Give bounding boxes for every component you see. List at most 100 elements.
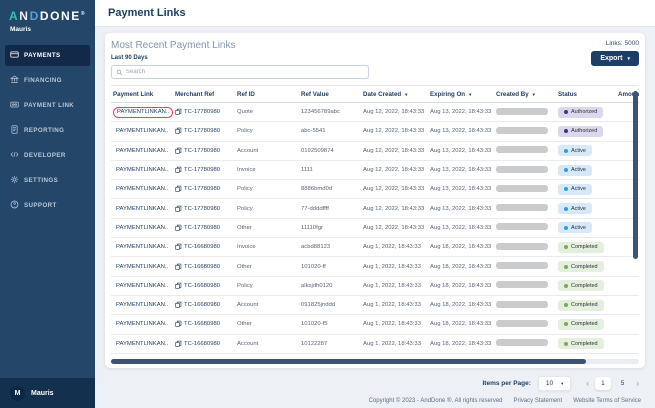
payment-links-table: Payment Link Merchant Ref Ref ID Ref Val… bbox=[111, 85, 639, 358]
status-dot-icon bbox=[564, 341, 568, 346]
copy-icon[interactable] bbox=[175, 147, 182, 155]
sidebar-item-support[interactable]: SUPPORT bbox=[5, 195, 90, 216]
payment-link-value[interactable]: PAYMENTLINKAN.. bbox=[113, 281, 171, 290]
merchant-ref-value: TC-17780980 bbox=[184, 224, 221, 231]
vertical-scrollbar[interactable] bbox=[633, 91, 638, 259]
copy-icon[interactable] bbox=[175, 127, 182, 135]
gear-icon bbox=[10, 175, 19, 186]
payment-link-value[interactable]: PAYMENTLINKAN.. bbox=[113, 106, 174, 118]
table-row[interactable]: PAYMENTLINKAN.. TC-17780980 Policy abc-5… bbox=[111, 122, 639, 142]
table-row[interactable]: PAYMENTLINKAN.. TC-17780980 Invoice 1111… bbox=[111, 161, 639, 181]
status-label: Active bbox=[571, 147, 586, 154]
ref-id-value: Policy bbox=[237, 128, 253, 135]
chevron-right-icon[interactable]: › bbox=[634, 379, 641, 388]
table-row[interactable]: PAYMENTLINKAN.. TC-16680980 Other 101020… bbox=[111, 257, 639, 277]
merchant-ref-value: TC-17780980 bbox=[184, 186, 221, 193]
status-dot-icon bbox=[564, 129, 568, 134]
table-row[interactable]: PAYMENTLINKAN.. TC-16680980 Account 0918… bbox=[111, 296, 639, 316]
expiring-on-value: Aug 13, 2022, 18:43:33 bbox=[430, 205, 492, 212]
column-header-created-by[interactable]: Created By ▾ bbox=[496, 91, 558, 98]
status-label: Authorized bbox=[571, 128, 598, 135]
chevron-left-icon[interactable]: ‹ bbox=[584, 379, 591, 388]
copy-icon[interactable] bbox=[175, 263, 182, 271]
sidebar-item-settings[interactable]: SETTINGS bbox=[5, 170, 90, 191]
copy-icon[interactable] bbox=[175, 166, 182, 174]
column-header-date-created[interactable]: Date Created ▾ bbox=[363, 91, 430, 98]
date-created-value: Aug 12, 2022, 18:43:33 bbox=[363, 186, 425, 193]
table-row[interactable]: PAYMENTLINKAN.. TC-17780980 Policy 77-dd… bbox=[111, 199, 639, 219]
status-label: Completed bbox=[571, 244, 598, 251]
ref-value-value: alksjdh0120 bbox=[301, 282, 333, 289]
sidebar-item-payments[interactable]: PAYMENTS bbox=[5, 45, 90, 66]
export-button[interactable]: Export ▾ bbox=[591, 51, 639, 66]
top-bar: Payment Links bbox=[95, 0, 655, 27]
sidebar-item-reporting[interactable]: REPORTING bbox=[5, 120, 90, 141]
table-row[interactable]: PAYMENTLINKAN.. TC-17780980 Other 11110f… bbox=[111, 219, 639, 239]
copy-icon[interactable] bbox=[175, 282, 182, 290]
sort-caret-icon[interactable]: ▾ bbox=[533, 92, 535, 98]
table-header-row: Payment Link Merchant Ref Ref ID Ref Val… bbox=[111, 85, 639, 103]
sidebar-item-label: DEVELOPER bbox=[24, 152, 66, 159]
copy-icon[interactable] bbox=[175, 185, 182, 193]
table-row[interactable]: PAYMENTLINKAN.. TC-17780980 Policy 8886b… bbox=[111, 180, 639, 200]
table-row[interactable]: PAYMENTLINKAN.. TC-17780980 Account 0192… bbox=[111, 142, 639, 161]
horizontal-scrollbar[interactable] bbox=[111, 359, 587, 364]
copyright-text: Copyright © 2023 - AndDone ®. All rights… bbox=[368, 398, 503, 404]
status-label: Active bbox=[571, 167, 586, 174]
copy-icon[interactable] bbox=[175, 320, 182, 328]
sidebar-item-payment-link[interactable]: PAYMENT LINK bbox=[5, 95, 90, 116]
payment-link-value[interactable]: PAYMENTLINKAN.. bbox=[113, 127, 171, 136]
status-dot-icon bbox=[564, 264, 568, 269]
sidebar-item-label: FINANCING bbox=[24, 77, 62, 84]
status-badge: Active bbox=[558, 164, 592, 176]
payment-link-icon bbox=[10, 100, 19, 111]
copy-icon[interactable] bbox=[175, 224, 182, 232]
table-row[interactable]: PAYMENTLINKAN.. TC-17780980 Quote 123456… bbox=[111, 103, 639, 123]
search-box[interactable] bbox=[111, 65, 369, 79]
sort-caret-icon[interactable]: ▾ bbox=[469, 92, 471, 98]
payment-link-value[interactable]: PAYMENTLINKAN.. bbox=[113, 166, 171, 175]
ref-value-value: 091825jnddd bbox=[301, 302, 336, 309]
sidebar-item-developer[interactable]: DEVELOPER bbox=[5, 145, 90, 166]
table-row[interactable]: PAYMENTLINKAN.. TC-16680980 Invoice acbd… bbox=[111, 238, 639, 258]
payment-link-value[interactable]: PAYMENTLINKAN.. bbox=[113, 301, 171, 310]
table-row[interactable]: PAYMENTLINKAN.. TC-16680980 Other 101020… bbox=[111, 315, 639, 335]
sidebar-user-bar[interactable]: M Mauris bbox=[0, 378, 95, 408]
status-badge: Authorized bbox=[558, 106, 604, 118]
items-per-page-select[interactable]: 10 ▾ bbox=[537, 376, 572, 391]
copy-icon[interactable] bbox=[175, 205, 182, 213]
status-dot-icon bbox=[564, 245, 568, 250]
payment-link-value[interactable]: PAYMENTLINKAN.. bbox=[113, 243, 171, 252]
ref-value-value: 101020-ff bbox=[301, 263, 326, 270]
table-row[interactable]: PAYMENTLINKAN.. TC-16680980 Policy alksj… bbox=[111, 277, 639, 296]
copy-icon[interactable] bbox=[175, 243, 182, 251]
card-subtitle: Last 90 Days bbox=[111, 55, 148, 61]
created-by-redacted bbox=[496, 300, 548, 308]
privacy-statement-link[interactable]: Privacy Statement bbox=[514, 398, 563, 404]
search-input[interactable] bbox=[126, 69, 364, 75]
copy-icon[interactable] bbox=[175, 301, 182, 309]
page-button-5[interactable]: 5 bbox=[615, 377, 631, 390]
payment-link-value[interactable]: PAYMENTLINKAN.. bbox=[113, 320, 171, 329]
payment-link-value[interactable]: PAYMENTLINKAN.. bbox=[113, 204, 171, 213]
terms-of-service-link[interactable]: Website Terms of Service bbox=[573, 398, 641, 404]
sidebar-item-financing[interactable]: FINANCING bbox=[5, 70, 90, 91]
status-dot-icon bbox=[564, 225, 568, 230]
payment-link-value[interactable]: PAYMENTLINKAN.. bbox=[113, 339, 171, 348]
sort-caret-icon[interactable]: ▾ bbox=[405, 92, 407, 98]
page-button-1[interactable]: 1 bbox=[595, 377, 611, 390]
table-row[interactable]: PAYMENTLINKAN.. TC-16680980 Account 1012… bbox=[111, 335, 639, 354]
expiring-on-value: Aug 18, 2022, 18:43:33 bbox=[430, 263, 492, 270]
payment-link-value[interactable]: PAYMENTLINKAN.. bbox=[113, 185, 171, 194]
payment-link-value[interactable]: PAYMENTLINKAN.. bbox=[113, 146, 171, 155]
payment-link-value[interactable]: PAYMENTLINKAN.. bbox=[113, 262, 171, 271]
expiring-on-value: Aug 13, 2022, 18:43:33 bbox=[430, 186, 492, 193]
payment-link-value[interactable]: PAYMENTLINKAN.. bbox=[113, 223, 171, 232]
created-by-redacted bbox=[496, 107, 548, 115]
copy-icon[interactable] bbox=[175, 340, 182, 348]
expiring-on-value: Aug 13, 2022, 18:43:33 bbox=[430, 224, 492, 231]
column-header-ref-id: Ref ID bbox=[237, 91, 255, 98]
copy-icon[interactable] bbox=[175, 108, 182, 116]
horizontal-scrollbar-track bbox=[111, 359, 639, 364]
column-header-expiring-on[interactable]: Expiring On ▾ bbox=[430, 91, 496, 98]
